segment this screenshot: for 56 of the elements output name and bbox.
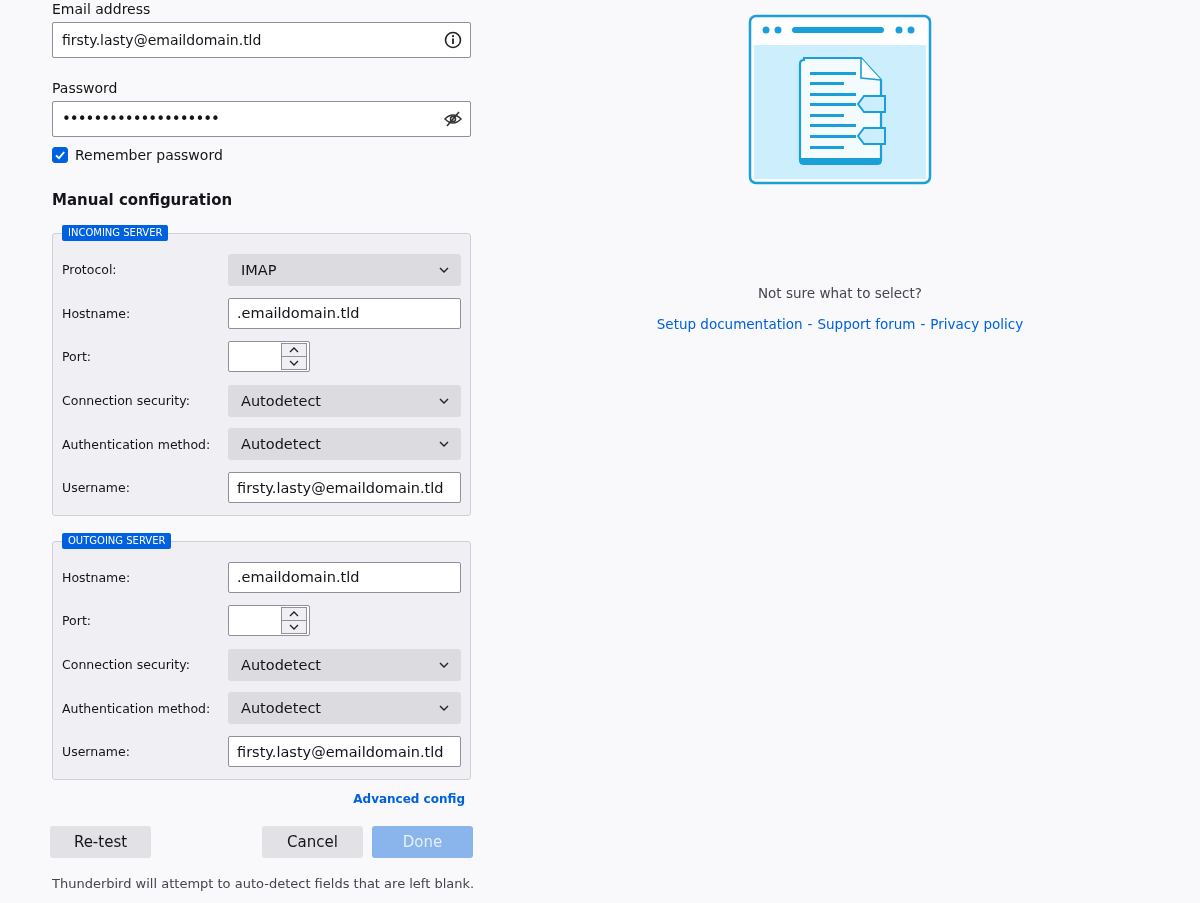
dropdown[interactable]: Autodetect bbox=[228, 384, 461, 417]
dropdown[interactable]: Autodetect bbox=[228, 692, 461, 725]
field-label: Protocol: bbox=[62, 262, 118, 278]
section-heading: Manual configuration bbox=[52, 191, 233, 209]
checkbox[interactable] bbox=[52, 147, 68, 163]
field-label: Username: bbox=[62, 480, 131, 496]
dropdown[interactable]: Autodetect bbox=[228, 648, 461, 681]
section-badge: INCOMING SERVER bbox=[62, 225, 169, 241]
decrement-button[interactable] bbox=[282, 620, 306, 634]
port-field[interactable] bbox=[228, 605, 310, 637]
chevron-down-icon bbox=[289, 624, 299, 631]
info-icon[interactable] bbox=[444, 31, 462, 49]
increment-button[interactable] bbox=[282, 344, 306, 357]
field-label: Connection security: bbox=[62, 393, 191, 409]
decrement-button[interactable] bbox=[282, 356, 306, 370]
link-separator: - bbox=[920, 316, 926, 332]
port-field[interactable] bbox=[228, 341, 310, 373]
checkbox-label[interactable]: Remember password bbox=[75, 147, 223, 163]
text-field[interactable]: .emaildomain.tld bbox=[228, 561, 461, 593]
chevron-down-icon bbox=[439, 441, 449, 448]
field-label: Hostname: bbox=[62, 305, 132, 321]
dropdown[interactable]: Autodetect bbox=[228, 428, 461, 461]
help-link[interactable]: Support forum bbox=[817, 316, 916, 332]
email-field[interactable]: firsty.lasty@emaildomain.tld bbox=[52, 22, 471, 58]
advanced-config-link[interactable]: Advanced config bbox=[353, 791, 465, 806]
text-field[interactable]: firsty.lasty@emaildomain.tld bbox=[228, 736, 461, 768]
field-label: Port: bbox=[62, 613, 92, 629]
text-field[interactable]: .emaildomain.tld bbox=[228, 297, 461, 329]
field-label: Connection security: bbox=[62, 657, 191, 673]
field-label: Password bbox=[52, 80, 118, 96]
text-field[interactable]: firsty.lasty@emaildomain.tld bbox=[228, 472, 461, 504]
field-label: Username: bbox=[62, 744, 131, 760]
chevron-down-icon bbox=[439, 266, 449, 273]
chevron-down-icon bbox=[439, 397, 449, 404]
password-field[interactable]: •••••••••••••••••••• bbox=[52, 101, 471, 137]
section-badge: OUTGOING SERVER bbox=[62, 532, 172, 549]
field-label: Email address bbox=[52, 1, 151, 17]
link-separator: - bbox=[807, 316, 813, 332]
chevron-down-icon bbox=[439, 705, 449, 712]
action-button[interactable]: Cancel bbox=[262, 825, 363, 858]
chevron-up-icon bbox=[289, 347, 299, 354]
field-label: Hostname: bbox=[62, 569, 132, 585]
chevron-down-icon bbox=[439, 661, 449, 668]
dropdown[interactable]: IMAP bbox=[228, 253, 461, 286]
chevron-down-icon bbox=[289, 360, 299, 367]
field-label: Authentication method: bbox=[62, 436, 212, 452]
increment-button[interactable] bbox=[282, 608, 306, 621]
help-link[interactable]: Privacy policy bbox=[930, 316, 1024, 332]
field-label: Port: bbox=[62, 349, 92, 365]
help-question: Not sure what to select? bbox=[758, 285, 922, 301]
action-button[interactable]: Re-test bbox=[50, 825, 151, 858]
help-link[interactable]: Setup documentation bbox=[656, 316, 803, 332]
eye-slash-icon[interactable] bbox=[444, 111, 462, 127]
hint-text: Thunderbird will attempt to auto-detect fields that are left blank. bbox=[52, 875, 475, 891]
field-label: Authentication method: bbox=[62, 700, 212, 716]
chevron-up-icon bbox=[289, 611, 299, 618]
